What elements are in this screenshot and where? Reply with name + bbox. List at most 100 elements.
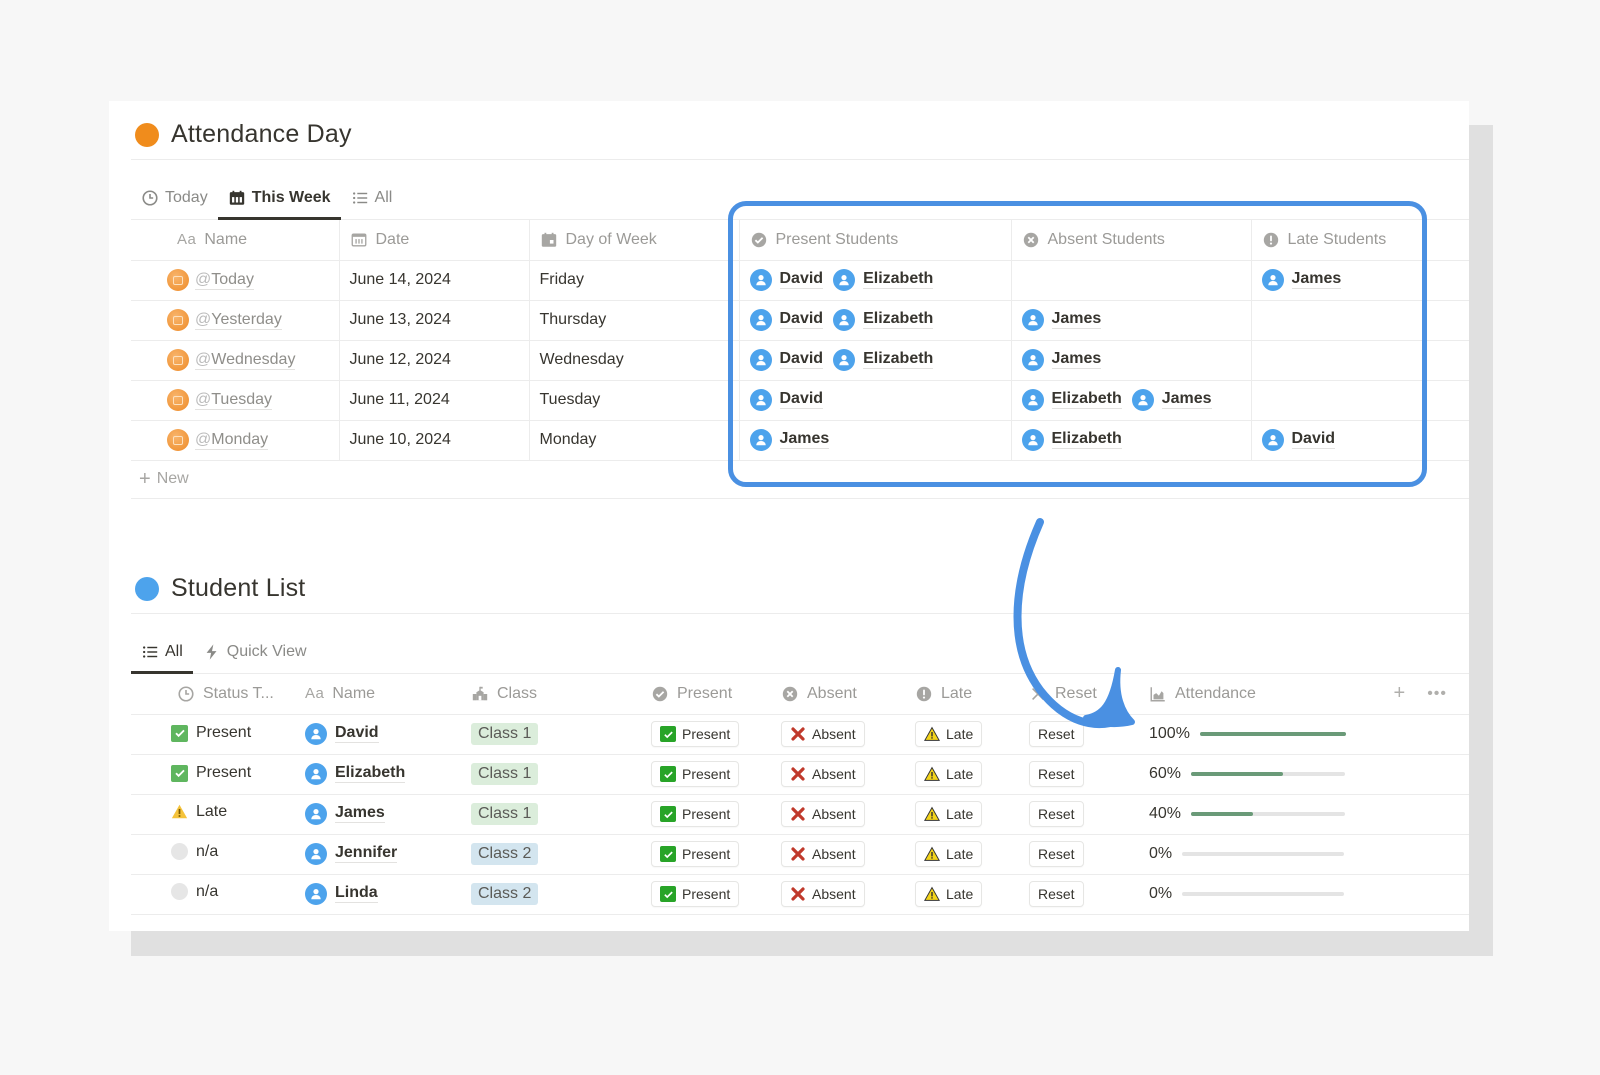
- tab-all[interactable]: All: [131, 643, 193, 674]
- person-chip[interactable]: David: [749, 268, 824, 291]
- cell-class[interactable]: Class 2: [447, 834, 641, 875]
- cell-present-students[interactable]: James: [739, 420, 1012, 461]
- cell-day[interactable]: Friday: [529, 260, 740, 301]
- cell-status[interactable]: Late: [131, 794, 289, 835]
- person-chip[interactable]: Elizabeth: [1021, 388, 1122, 411]
- cell-name[interactable]: @Wednesday: [131, 340, 340, 381]
- cell-present-students[interactable]: David: [739, 380, 1012, 421]
- cell-absent-students[interactable]: Elizabeth James: [1011, 380, 1252, 421]
- add-column-plus-icon[interactable]: +: [1394, 682, 1406, 705]
- person-chip[interactable]: Jennifer: [305, 842, 398, 865]
- mark-absent-button[interactable]: Absent: [781, 841, 865, 867]
- person-chip[interactable]: Linda: [305, 882, 378, 905]
- mark-late-button[interactable]: Late: [915, 761, 983, 787]
- mark-present-button[interactable]: Present: [651, 721, 740, 747]
- mark-late-button[interactable]: Late: [915, 881, 983, 907]
- col-reset[interactable]: Reset: [1019, 674, 1139, 715]
- col-absent-students[interactable]: Absent Students: [1011, 220, 1252, 261]
- cell-name[interactable]: Jennifer: [289, 834, 447, 875]
- date-mention[interactable]: @Today: [195, 271, 254, 290]
- mark-present-button[interactable]: Present: [651, 761, 740, 787]
- col-class[interactable]: Class: [447, 674, 641, 715]
- cell-status[interactable]: n/a: [131, 874, 289, 915]
- cell-date[interactable]: June 12, 2024: [339, 340, 530, 381]
- reset-button[interactable]: Reset: [1029, 841, 1084, 867]
- cell-status[interactable]: Present: [131, 714, 289, 755]
- col-date[interactable]: Date: [339, 220, 530, 261]
- cell-class[interactable]: Class 1: [447, 714, 641, 755]
- mark-late-button[interactable]: Late: [915, 841, 983, 867]
- cell-late-students[interactable]: [1251, 380, 1469, 421]
- cell-late-students[interactable]: James: [1251, 260, 1469, 301]
- tab-all[interactable]: All: [341, 189, 403, 219]
- cell-absent-students[interactable]: James: [1011, 340, 1252, 381]
- cell-late-students[interactable]: David: [1251, 420, 1469, 461]
- cell-status[interactable]: n/a: [131, 834, 289, 875]
- cell-present-students[interactable]: David Elizabeth: [739, 340, 1012, 381]
- person-chip[interactable]: James: [1131, 388, 1212, 411]
- person-chip[interactable]: James: [749, 428, 830, 451]
- col-late[interactable]: Late: [905, 674, 1019, 715]
- mark-absent-button[interactable]: Absent: [781, 881, 865, 907]
- cell-class[interactable]: Class 2: [447, 874, 641, 915]
- cell-name[interactable]: @Monday: [131, 420, 340, 461]
- mark-late-button[interactable]: Late: [915, 801, 983, 827]
- person-chip[interactable]: Elizabeth: [833, 268, 934, 291]
- col-absent[interactable]: Absent: [771, 674, 905, 715]
- cell-class[interactable]: Class 1: [447, 754, 641, 795]
- col-late-students[interactable]: Late Students: [1251, 220, 1469, 261]
- mark-present-button[interactable]: Present: [651, 801, 740, 827]
- tab-quick-view[interactable]: Quick View: [193, 643, 317, 673]
- person-chip[interactable]: David: [749, 348, 824, 371]
- cell-class[interactable]: Class 1: [447, 794, 641, 835]
- mark-present-button[interactable]: Present: [651, 881, 740, 907]
- cell-late-students[interactable]: [1251, 340, 1469, 381]
- reset-button[interactable]: Reset: [1029, 801, 1084, 827]
- cell-name[interactable]: Linda: [289, 874, 447, 915]
- person-chip[interactable]: James: [1021, 348, 1102, 371]
- person-chip[interactable]: David: [1261, 428, 1336, 451]
- cell-late-students[interactable]: [1251, 300, 1469, 341]
- mark-late-button[interactable]: Late: [915, 721, 983, 747]
- cell-day[interactable]: Wednesday: [529, 340, 740, 381]
- col-attendance[interactable]: Attendance: [1139, 674, 1355, 715]
- mark-absent-button[interactable]: Absent: [781, 721, 865, 747]
- reset-button[interactable]: Reset: [1029, 761, 1084, 787]
- col-status[interactable]: Status T...: [131, 674, 289, 715]
- cell-absent-students[interactable]: [1011, 260, 1252, 301]
- cell-absent-students[interactable]: Elizabeth: [1011, 420, 1252, 461]
- cell-day[interactable]: Tuesday: [529, 380, 740, 421]
- cell-status[interactable]: Present: [131, 754, 289, 795]
- tab-today[interactable]: Today: [131, 189, 218, 219]
- person-chip[interactable]: David: [305, 722, 379, 745]
- person-chip[interactable]: Elizabeth: [833, 348, 934, 371]
- mark-absent-button[interactable]: Absent: [781, 761, 865, 787]
- mark-present-button[interactable]: Present: [651, 841, 740, 867]
- cell-date[interactable]: June 13, 2024: [339, 300, 530, 341]
- cell-day[interactable]: Thursday: [529, 300, 740, 341]
- reset-button[interactable]: Reset: [1029, 881, 1084, 907]
- date-mention[interactable]: @Wednesday: [195, 351, 296, 370]
- person-chip[interactable]: Elizabeth: [833, 308, 934, 331]
- person-chip[interactable]: James: [1261, 268, 1342, 291]
- cell-name[interactable]: @Yesterday: [131, 300, 340, 341]
- col-present[interactable]: Present: [641, 674, 771, 715]
- date-mention[interactable]: @Monday: [195, 431, 269, 450]
- cell-present-students[interactable]: David Elizabeth: [739, 260, 1012, 301]
- col-name[interactable]: Aa Name: [131, 220, 340, 261]
- cell-date[interactable]: June 14, 2024: [339, 260, 530, 301]
- col-name[interactable]: Aa Name: [289, 674, 447, 715]
- cell-name[interactable]: @Today: [131, 260, 340, 301]
- cell-date[interactable]: June 10, 2024: [339, 420, 530, 461]
- reset-button[interactable]: Reset: [1029, 721, 1084, 747]
- more-options-icon[interactable]: •••: [1427, 685, 1447, 703]
- person-chip[interactable]: James: [1021, 308, 1102, 331]
- person-chip[interactable]: David: [749, 308, 824, 331]
- tab-this-week[interactable]: This Week: [217, 189, 341, 220]
- cell-name[interactable]: James: [289, 794, 447, 835]
- person-chip[interactable]: Elizabeth: [305, 762, 406, 785]
- date-mention[interactable]: @Tuesday: [195, 391, 273, 410]
- cell-name[interactable]: David: [289, 714, 447, 755]
- mark-absent-button[interactable]: Absent: [781, 801, 865, 827]
- person-chip[interactable]: David: [749, 388, 824, 411]
